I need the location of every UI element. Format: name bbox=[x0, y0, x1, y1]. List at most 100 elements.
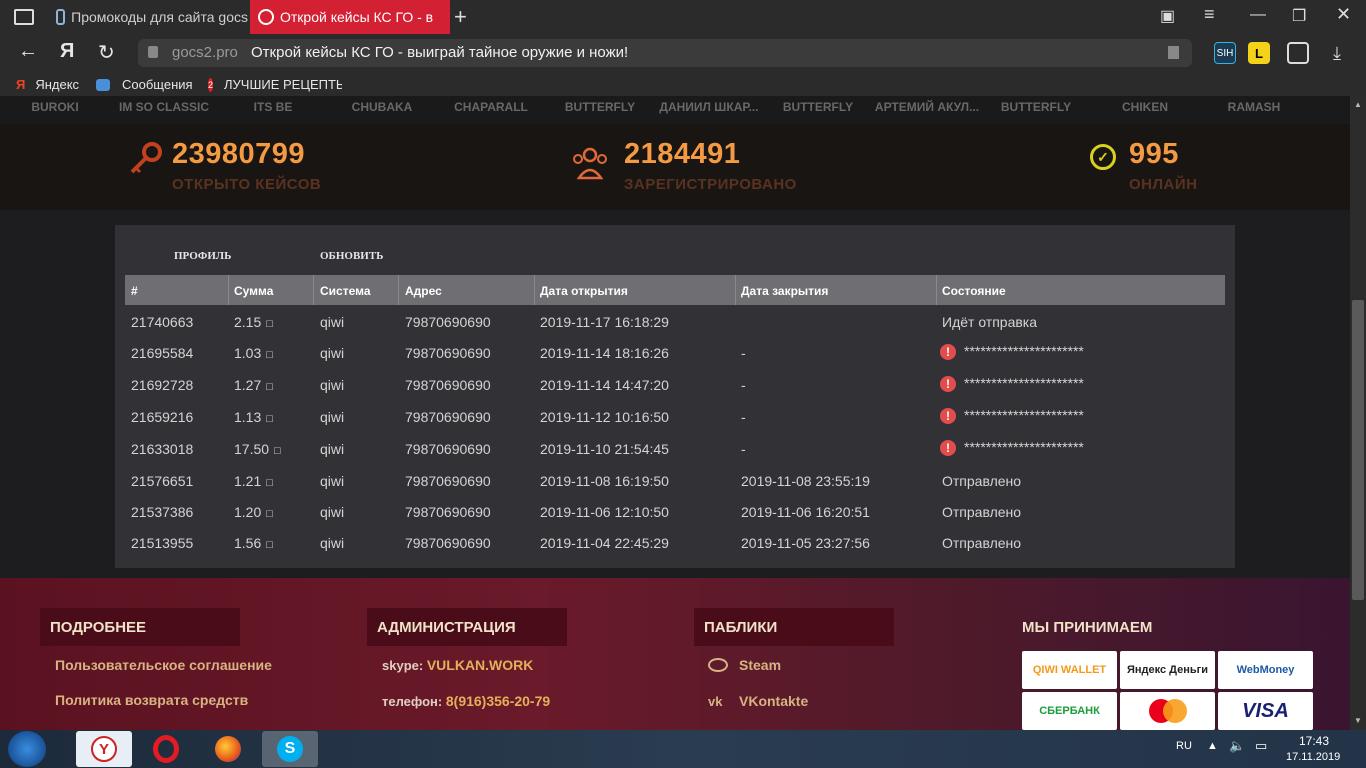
url-page-title: Открой кейсы КС ГО - выиграй тайное оруж… bbox=[251, 44, 629, 61]
cell-address: 79870690690 bbox=[405, 504, 491, 520]
currency-icon: □ bbox=[266, 477, 273, 489]
tab-promocodes[interactable]: Промокоды для сайта gocs bbox=[48, 0, 248, 34]
scroll-up-icon[interactable]: ▲ bbox=[1354, 100, 1362, 109]
cell-status: Идёт отправка bbox=[942, 314, 1038, 330]
error-icon: ! bbox=[940, 408, 956, 425]
language-indicator[interactable]: RU bbox=[1176, 740, 1192, 752]
restore-icon[interactable]: ❐ bbox=[1292, 6, 1306, 26]
cell-opened: 2019-11-04 22:45:29 bbox=[540, 535, 669, 551]
vk-icon: vk bbox=[708, 693, 723, 709]
bookmark-yandex[interactable]: Я Яндекс bbox=[16, 77, 79, 92]
online-label: ОНЛАЙН bbox=[1129, 176, 1198, 193]
vkontakte-link[interactable]: vk VKontakte bbox=[708, 693, 808, 709]
terms-link[interactable]: Пользовательское соглашение bbox=[55, 657, 272, 673]
live-drop-item[interactable]: BUTTERFLY bbox=[545, 100, 655, 114]
live-drop-item[interactable]: АРТЕМИЙ АКУЛ... bbox=[872, 100, 982, 114]
url-domain: gocs2.pro bbox=[172, 44, 238, 61]
start-button[interactable] bbox=[8, 731, 46, 767]
volume-icon[interactable]: 🔈 bbox=[1229, 738, 1245, 754]
cell-opened: 2019-11-06 12:10:50 bbox=[540, 504, 669, 520]
tab-gocs2[interactable]: Открой кейсы КС ГО - в bbox=[250, 0, 450, 34]
error-icon: ! bbox=[940, 376, 956, 393]
cell-system: qiwi bbox=[320, 314, 345, 330]
live-drop-item[interactable]: CHAPARALL bbox=[436, 100, 546, 114]
live-drop-item[interactable]: CHIKEN bbox=[1090, 100, 1200, 114]
sih-extension-icon[interactable]: SIH bbox=[1214, 42, 1236, 64]
currency-icon: □ bbox=[266, 508, 273, 520]
cell-closed: - bbox=[741, 377, 746, 393]
profile-link[interactable]: ПРОФИЛЬ bbox=[174, 250, 231, 262]
live-drop-item[interactable]: RAMASH bbox=[1199, 100, 1309, 114]
sidebar-toggle-icon[interactable] bbox=[14, 9, 34, 25]
cell-closed: 2019-11-08 23:55:19 bbox=[741, 473, 870, 489]
live-drop-item[interactable]: CHUBAKA bbox=[327, 100, 437, 114]
bookmark-messages[interactable]: Сообщения bbox=[96, 77, 193, 92]
extension-chat-icon[interactable] bbox=[1287, 42, 1309, 64]
live-drop-item[interactable]: BUTTERFLY bbox=[981, 100, 1091, 114]
scroll-down-icon[interactable]: ▼ bbox=[1354, 716, 1362, 725]
clock-time[interactable]: 17:43 bbox=[1299, 734, 1329, 748]
col-amount: Сумма bbox=[234, 284, 274, 298]
live-drop-item[interactable]: ДАНИИЛ ШКАР... bbox=[654, 100, 764, 114]
cell-status: ! ********************** bbox=[940, 439, 1084, 457]
new-tab-button[interactable]: + bbox=[454, 4, 467, 30]
currency-icon: □ bbox=[266, 349, 273, 361]
opera-taskbar-icon[interactable] bbox=[138, 731, 194, 767]
key-icon bbox=[128, 140, 164, 176]
cell-address: 79870690690 bbox=[405, 473, 491, 489]
back-icon[interactable]: ← bbox=[18, 40, 38, 63]
downloads-icon[interactable]: ⤓ bbox=[1326, 42, 1348, 64]
cell-id: 21633018 bbox=[131, 441, 194, 457]
opened-cases-label: ОТКРЫТО КЕЙСОВ bbox=[172, 176, 322, 193]
cell-id: 21740663 bbox=[131, 314, 194, 330]
clock-date[interactable]: 17.11.2019 bbox=[1286, 751, 1340, 763]
bookmark-icon[interactable] bbox=[1168, 46, 1179, 59]
skype-taskbar-icon[interactable]: S bbox=[262, 731, 318, 767]
lock-icon[interactable] bbox=[148, 46, 158, 58]
refresh-link[interactable]: ОБНОВИТЬ bbox=[320, 250, 383, 262]
tray-expand-icon[interactable]: ▲ bbox=[1207, 740, 1218, 752]
phone-contact[interactable]: телефон: 8(916)356-20-79 bbox=[382, 693, 550, 709]
live-drop-item[interactable]: IM SO CLASSIC bbox=[109, 100, 219, 114]
bookmark-recipes[interactable]: 2 ЛУЧШИЕ РЕЦЕПТЫ bbox=[208, 77, 342, 92]
cell-opened: 2019-11-10 21:54:45 bbox=[540, 441, 669, 457]
cell-system: qiwi bbox=[320, 473, 345, 489]
cell-amount: 1.21 □ bbox=[234, 473, 273, 489]
cell-status: Отправлено bbox=[942, 473, 1022, 489]
footer-payments-title: МЫ ПРИНИМАЕМ bbox=[1022, 619, 1153, 636]
table-row: 21695584 1.03 □ qiwi 79870690690 2019-11-14 1… bbox=[125, 337, 1225, 368]
col-system: Система bbox=[320, 284, 371, 298]
live-drop-item[interactable]: BUTTERFLY bbox=[763, 100, 873, 114]
steam-link[interactable]: Steam bbox=[708, 657, 781, 673]
error-icon: ! bbox=[940, 440, 956, 457]
live-drop-item[interactable]: ITS BE bbox=[218, 100, 328, 114]
cell-closed: - bbox=[741, 345, 746, 361]
table-row: 21537386 1.20 □ qiwi 79870690690 2019-11-06 1… bbox=[125, 496, 1225, 527]
close-window-icon[interactable]: ✕ bbox=[1336, 4, 1351, 25]
reload-icon[interactable]: ↻ bbox=[98, 40, 115, 65]
cell-amount: 17.50 □ bbox=[234, 441, 281, 457]
minimize-icon[interactable]: — bbox=[1250, 6, 1266, 24]
col-divider bbox=[936, 275, 937, 305]
cell-address: 79870690690 bbox=[405, 409, 491, 425]
recipes-icon: 2 bbox=[208, 77, 214, 92]
cell-amount: 1.56 □ bbox=[234, 535, 273, 551]
skype-contact[interactable]: skype: VULKAN.WORK bbox=[382, 657, 533, 673]
yandex-browser-taskbar-icon[interactable]: Y bbox=[76, 731, 132, 767]
live-drop-item[interactable]: BUROKI bbox=[0, 100, 110, 114]
messages-icon bbox=[96, 78, 110, 91]
network-icon[interactable]: ▭ bbox=[1255, 738, 1267, 754]
refund-policy-link[interactable]: Политика возврата средств bbox=[55, 692, 248, 708]
extension-l-icon[interactable]: L bbox=[1248, 42, 1270, 64]
firefox-taskbar-icon[interactable] bbox=[200, 731, 256, 767]
qiwi-logo: QIWI WALLET bbox=[1022, 651, 1117, 689]
yandex-icon[interactable]: Я bbox=[60, 40, 74, 63]
menu-icon[interactable]: ≡ bbox=[1204, 4, 1215, 25]
scrollbar-thumb[interactable] bbox=[1352, 300, 1364, 600]
currency-icon: □ bbox=[274, 445, 281, 457]
site-favicon-icon bbox=[56, 9, 66, 25]
cell-system: qiwi bbox=[320, 504, 345, 520]
cell-opened: 2019-11-14 14:47:20 bbox=[540, 377, 669, 393]
cell-address: 79870690690 bbox=[405, 345, 491, 361]
collections-icon[interactable]: ▣ bbox=[1160, 6, 1175, 26]
